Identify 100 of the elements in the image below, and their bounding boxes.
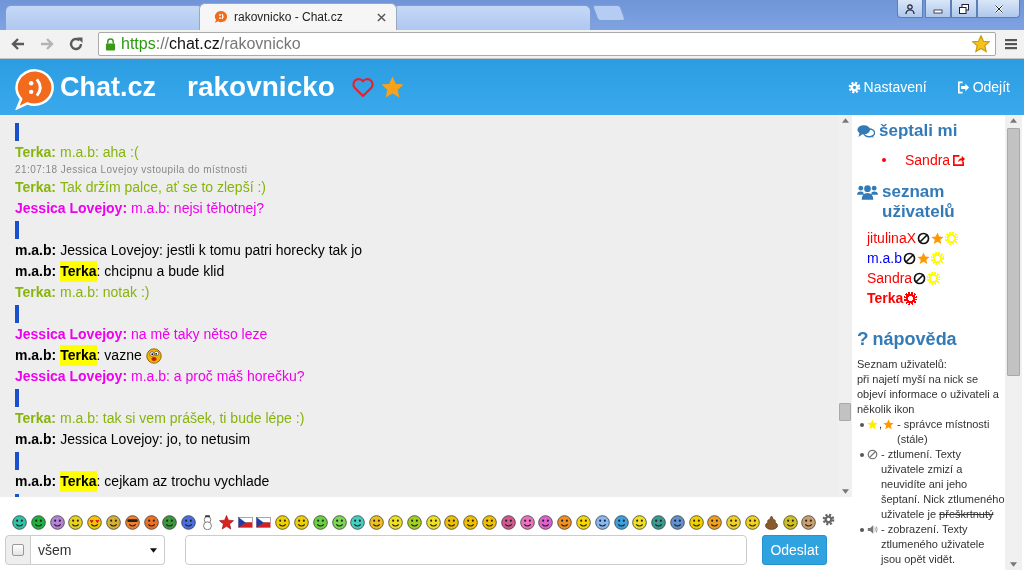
divider-bar [15, 452, 19, 470]
nickname[interactable]: m.a.b: [15, 261, 57, 282]
smiley-icon[interactable] [425, 514, 441, 530]
browser-tab[interactable]: rakovnicko - Chat.cz [199, 3, 397, 30]
ban-icon[interactable] [917, 231, 931, 245]
scroll-down-icon[interactable] [1010, 562, 1017, 567]
nickname[interactable]: Jessica Lovejoy: [15, 324, 128, 345]
smiley-icon[interactable] [575, 514, 591, 530]
scroll-up-icon[interactable] [841, 118, 849, 123]
nickname[interactable]: m.a.b: [15, 471, 57, 492]
user-nick[interactable]: Terka [867, 290, 904, 306]
send-button[interactable]: Odeslat [762, 535, 827, 565]
brand-name[interactable]: Chat.cz [60, 71, 157, 103]
flag-icon[interactable] [256, 514, 272, 530]
scrollbar[interactable] [838, 115, 852, 497]
scroll-up-icon[interactable] [1010, 118, 1017, 123]
nickname[interactable]: m.a.b: [15, 240, 57, 261]
nickname[interactable]: m.a.b: [15, 429, 57, 450]
help-icon: ? [857, 329, 869, 349]
checkbox[interactable] [12, 544, 24, 556]
smiley-icon[interactable] [406, 514, 422, 530]
smiley-icon[interactable] [444, 514, 460, 530]
scroll-down-icon[interactable] [841, 489, 849, 494]
smiley-icon[interactable] [275, 514, 291, 530]
user-button[interactable] [897, 0, 923, 18]
logout-link[interactable]: Odejít [956, 79, 1010, 95]
smiley-icon[interactable] [557, 514, 573, 530]
smiley-icon[interactable] [87, 514, 103, 530]
smiley-icon[interactable] [143, 514, 159, 530]
share-icon[interactable] [952, 153, 966, 167]
smiley-icon[interactable] [707, 514, 723, 530]
smiley-icon[interactable] [594, 514, 610, 530]
message-text: : vazne [96, 346, 142, 365]
user-nick[interactable]: Sandra [867, 270, 913, 286]
smiley-icon[interactable] [500, 514, 516, 530]
smiley-icon[interactable] [181, 514, 197, 530]
bookmark-star-icon[interactable] [972, 35, 990, 53]
smiley-icon[interactable] [463, 514, 479, 530]
chat-bubbles-icon [857, 123, 875, 139]
restore-button[interactable] [951, 0, 977, 18]
address-bar[interactable]: https://chat.cz/rakovnicko [98, 32, 996, 56]
settings-icon[interactable] [822, 512, 836, 526]
smiley-icon[interactable] [331, 514, 347, 530]
smiley-icon[interactable] [481, 514, 497, 530]
smiley-icon[interactable] [12, 514, 27, 530]
nickname[interactable]: Terka: [15, 408, 56, 429]
smiley-icon[interactable] [726, 514, 742, 530]
smiley-icon[interactable] [106, 514, 121, 530]
message-text: : cejkam az trochu vychlade [96, 472, 270, 491]
smiley-icon[interactable] [124, 514, 140, 530]
settings-link[interactable]: Nastavení [847, 79, 927, 95]
scroll-thumb[interactable] [1007, 128, 1020, 376]
close-icon[interactable] [377, 12, 386, 22]
smiley-icon[interactable] [30, 514, 46, 530]
scroll-thumb[interactable] [839, 403, 851, 421]
menu-icon[interactable] [1005, 38, 1017, 50]
nickname[interactable]: Terka: [15, 282, 56, 303]
smiley-icon[interactable] [312, 514, 328, 530]
smiley-icon[interactable] [651, 514, 667, 530]
nickname[interactable]: Jessica Lovejoy: [15, 198, 128, 219]
smiley-icon[interactable] [632, 514, 648, 530]
smiley-icon[interactable] [688, 514, 704, 530]
poop-icon[interactable] [763, 514, 779, 530]
user-nick[interactable]: jitulinaX [867, 230, 917, 246]
smiley-icon[interactable] [613, 514, 629, 530]
smiley-icon[interactable] [350, 514, 366, 530]
smiley-icon[interactable] [801, 514, 817, 530]
recipient-select[interactable]: všem [31, 535, 165, 565]
star-icon[interactable] [381, 76, 403, 98]
help-text: - ztlumení. Texty uživatele zmizí a neuvidíte ani jeho šeptaní. Nick ztlumeného uživatele je přeškrtnutý [881, 447, 1005, 522]
flag-icon[interactable] [237, 514, 253, 530]
smiley-icon[interactable] [369, 514, 385, 530]
smiley-icon[interactable] [538, 514, 554, 530]
room-name: rakovnicko [187, 71, 335, 103]
message-text: m.a.b: notak :) [60, 283, 150, 302]
scrollbar[interactable] [1005, 115, 1022, 570]
user-nick[interactable]: m.a.b [867, 250, 902, 266]
divider-bar [15, 389, 19, 407]
whisper-nick[interactable]: Sandra [905, 152, 951, 168]
nickname[interactable]: Jessica Lovejoy: [15, 366, 128, 387]
ban-icon[interactable] [913, 271, 927, 285]
message-input[interactable] [185, 535, 747, 565]
smiley-icon[interactable] [669, 514, 685, 530]
smiley-icon[interactable] [745, 514, 761, 530]
message-text: m.a.b: aha :( [60, 143, 139, 162]
smiley-icon[interactable] [68, 514, 84, 530]
smiley-icon[interactable] [293, 514, 309, 530]
back-icon[interactable] [10, 36, 26, 52]
smiley-icon[interactable] [49, 514, 65, 530]
nickname[interactable]: Terka: [15, 177, 56, 198]
reload-icon[interactable] [68, 36, 84, 52]
smiley-icon[interactable] [519, 514, 535, 530]
nickname[interactable]: Terka: [15, 142, 56, 163]
star-icon[interactable] [218, 514, 234, 530]
smiley-icon[interactable] [387, 514, 403, 530]
close-button[interactable] [977, 0, 1020, 18]
nickname[interactable]: m.a.b: [15, 345, 57, 366]
smiley-icon[interactable] [162, 514, 178, 530]
ban-icon[interactable] [903, 251, 916, 265]
smiley-icon[interactable] [782, 514, 798, 530]
